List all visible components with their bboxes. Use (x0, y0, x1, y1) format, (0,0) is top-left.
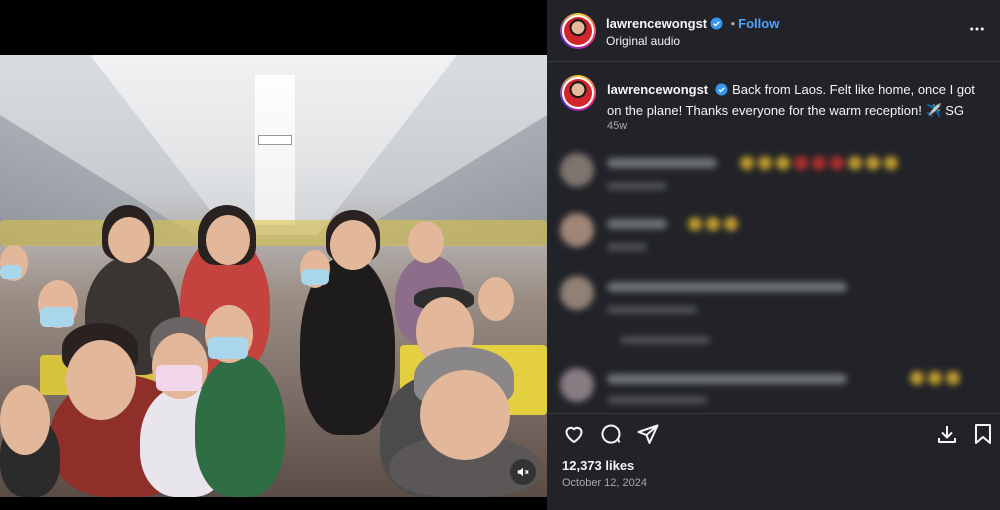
passenger (66, 340, 136, 420)
comment-item (560, 276, 980, 348)
verified-badge-icon (710, 17, 723, 35)
download-button[interactable] (935, 422, 959, 451)
passenger (0, 385, 50, 455)
face-mask (208, 337, 248, 359)
comment-text (607, 158, 717, 168)
passenger (408, 221, 444, 263)
seat-row (0, 220, 547, 246)
comment-emojis (740, 156, 902, 175)
like-count[interactable]: 12,373 likes (562, 458, 634, 473)
face-mask (40, 307, 74, 327)
comment-item (560, 368, 980, 406)
download-icon (938, 426, 956, 443)
face-mask (0, 265, 22, 279)
exit-sign (258, 135, 292, 145)
post-video[interactable] (0, 55, 547, 497)
speaker-muted-icon (517, 467, 529, 477)
media-pane (0, 0, 547, 510)
face-mask (156, 365, 202, 391)
comment-item (560, 153, 980, 193)
author-line: lawrencewongst • Follow (606, 15, 779, 35)
passenger (206, 215, 250, 265)
post-panel: lawrencewongst • Follow Original audio la… (547, 0, 1000, 510)
more-options-icon (970, 27, 984, 31)
author-username[interactable]: lawrencewongst (606, 16, 707, 31)
author-avatar[interactable] (560, 13, 596, 49)
heart-icon (565, 426, 583, 443)
post-caption: lawrencewongst Back from Laos. Felt like … (607, 80, 987, 120)
commenter-avatar (560, 213, 594, 247)
mute-button[interactable] (510, 459, 536, 485)
view-replies (620, 336, 710, 344)
passenger (330, 220, 376, 270)
passenger (108, 217, 150, 263)
like-button[interactable] (562, 422, 586, 451)
post-age: 45w (607, 120, 628, 132)
face-mask (301, 269, 329, 285)
comment-bubble-icon (601, 424, 621, 444)
more-options-button[interactable] (968, 20, 986, 43)
verified-badge-icon (715, 82, 728, 101)
paper-plane-icon (637, 424, 659, 444)
cabin-light (255, 75, 295, 225)
comment-button[interactable] (599, 422, 623, 451)
share-button[interactable] (636, 422, 660, 451)
audio-label[interactable]: Original audio (606, 34, 680, 48)
comment-text (607, 282, 847, 292)
passenger (195, 355, 285, 497)
bookmark-icon (975, 424, 991, 444)
follow-button[interactable]: Follow (738, 16, 779, 31)
caption-author-avatar[interactable] (560, 75, 596, 111)
post-date: October 12, 2024 (562, 477, 648, 489)
commenter-avatar (560, 153, 594, 187)
separator-dot: • (730, 16, 736, 31)
comment-text (607, 219, 667, 229)
action-bar (547, 413, 1000, 453)
post-header: lawrencewongst • Follow Original audio (547, 0, 1000, 62)
save-button[interactable] (972, 422, 994, 451)
comment-meta (607, 182, 667, 190)
comment-meta (607, 396, 707, 404)
comment-text (607, 374, 847, 384)
comment-emojis (688, 217, 742, 236)
caption-username[interactable]: lawrencewongst (607, 82, 708, 97)
comment-item (560, 213, 980, 253)
passenger (420, 370, 510, 460)
commenter-avatar (560, 276, 594, 310)
commenter-avatar (560, 368, 594, 402)
comment-meta (607, 243, 647, 251)
passenger (478, 277, 514, 321)
comment-emojis (910, 371, 964, 390)
comment-meta (607, 306, 697, 314)
